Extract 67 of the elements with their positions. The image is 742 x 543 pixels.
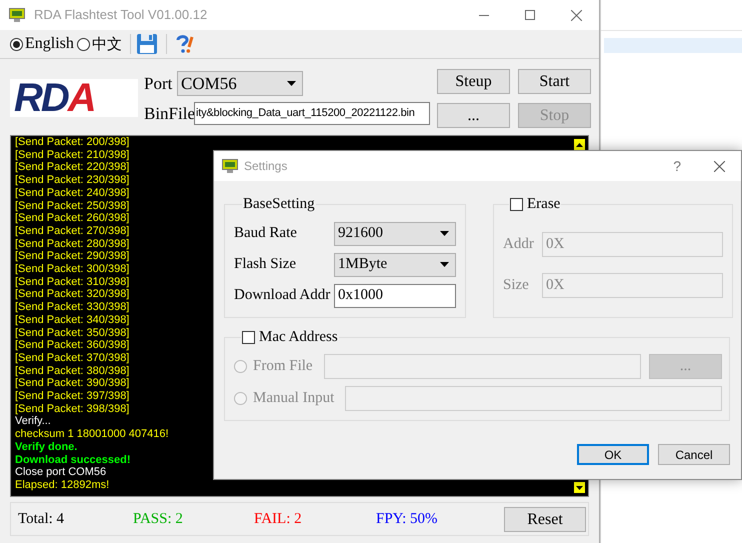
log-line: Verify done.	[15, 440, 78, 454]
dialog-button[interactable]: Cancel	[658, 444, 730, 465]
log-line: [Send Packet: 310/398]	[15, 276, 130, 288]
log-line: [Send Packet: 290/398]	[15, 250, 130, 264]
log-line: [Send Packet: 380/398]	[15, 364, 130, 378]
log-line: [Send Packet: 320/398]	[15, 288, 130, 302]
log-line: [Send Packet: 360/398]	[15, 339, 130, 352]
stat-text: FPY: 50%	[376, 510, 439, 529]
log-line: [Send Packet: 220/398]	[15, 161, 130, 174]
group-title: BaseSetting	[242, 195, 316, 214]
window-title: RDA Flashtest Tool V01.00.12	[34, 6, 208, 24]
dialog-button[interactable]: OK	[577, 444, 649, 465]
log-line: [Send Packet: 230/398]	[15, 174, 130, 187]
field-label: Addr	[503, 234, 535, 254]
port-dropdown[interactable]: COM56	[177, 71, 303, 96]
stat-text: PASS: 2	[133, 510, 184, 529]
app-icon	[9, 8, 25, 22]
toolbar-button[interactable]: Start	[518, 69, 591, 94]
dropdown[interactable]: 921600	[334, 222, 456, 246]
stat-text: FAIL: 2	[254, 510, 303, 529]
field-label: Baud Rate	[234, 224, 298, 244]
help-button[interactable]: ?	[673, 156, 681, 176]
dropdown-caret-icon	[287, 81, 296, 86]
binfile-label: BinFile	[144, 102, 194, 125]
field-label: Download Addr	[234, 286, 332, 306]
port-label: Port	[144, 72, 174, 95]
log-line: [Send Packet: 280/398]	[15, 238, 130, 250]
language-radio[interactable]: English	[10, 32, 74, 56]
app-icon	[222, 159, 238, 173]
log-line: [Send Packet: 270/398]	[15, 224, 130, 238]
field-label: Flash Size	[234, 255, 298, 274]
toolbar-button[interactable]: ...	[437, 103, 510, 128]
scroll-up-icon[interactable]	[572, 138, 586, 151]
input-field[interactable]: 0x1000	[334, 284, 456, 308]
log-line: Verify...	[15, 415, 51, 428]
log-line: [Send Packet: 350/398]	[15, 326, 130, 340]
field-label: Size	[503, 276, 530, 295]
language-radio[interactable]: 中文	[76, 32, 122, 56]
erase-checkbox[interactable]: Erase	[509, 193, 562, 216]
log-line: Elapsed: 12892ms!	[15, 478, 110, 492]
dropdown[interactable]: 1MByte	[334, 252, 456, 276]
dialog-title: Settings	[244, 158, 288, 175]
log-line: [Send Packet: 397/398]	[15, 390, 130, 403]
dropdown-caret-icon	[440, 231, 449, 236]
log-line: checksum 1 18001000 407416!	[15, 428, 169, 441]
log-line: [Send Packet: 250/398]	[15, 200, 130, 212]
rda-logo: RDA	[10, 79, 138, 117]
log-line: [Send Packet: 330/398]	[15, 301, 130, 314]
log-line: [Send Packet: 390/398]	[15, 377, 130, 390]
reset-button[interactable]: Reset	[504, 506, 586, 532]
mac-address-checkbox[interactable]: Mac Address	[241, 326, 339, 348]
log-line: Close port COM56	[15, 466, 106, 479]
log-line: [Send Packet: 240/398]	[15, 186, 130, 200]
log-line: [Send Packet: 340/398]	[15, 314, 130, 327]
close-icon[interactable]	[714, 160, 725, 172]
log-line: [Send Packet: 370/398]	[15, 352, 130, 365]
dropdown-caret-icon	[440, 262, 449, 267]
log-line: [Send Packet: 210/398]	[15, 148, 130, 162]
scroll-down-icon[interactable]	[572, 481, 586, 494]
log-line: [Send Packet: 398/398]	[15, 402, 130, 416]
stat-text: Total: 4	[17, 510, 66, 529]
binfile-field[interactable]: ity&blocking_Data_uart_115200_20221122.bin	[194, 102, 430, 125]
log-line: [Send Packet: 260/398]	[15, 212, 130, 225]
toolbar-button[interactable]: Steup	[437, 69, 510, 94]
log-line: [Send Packet: 200/398]	[15, 136, 130, 149]
log-line: Download successed!	[15, 454, 131, 466]
log-line: [Send Packet: 300/398]	[15, 263, 130, 276]
